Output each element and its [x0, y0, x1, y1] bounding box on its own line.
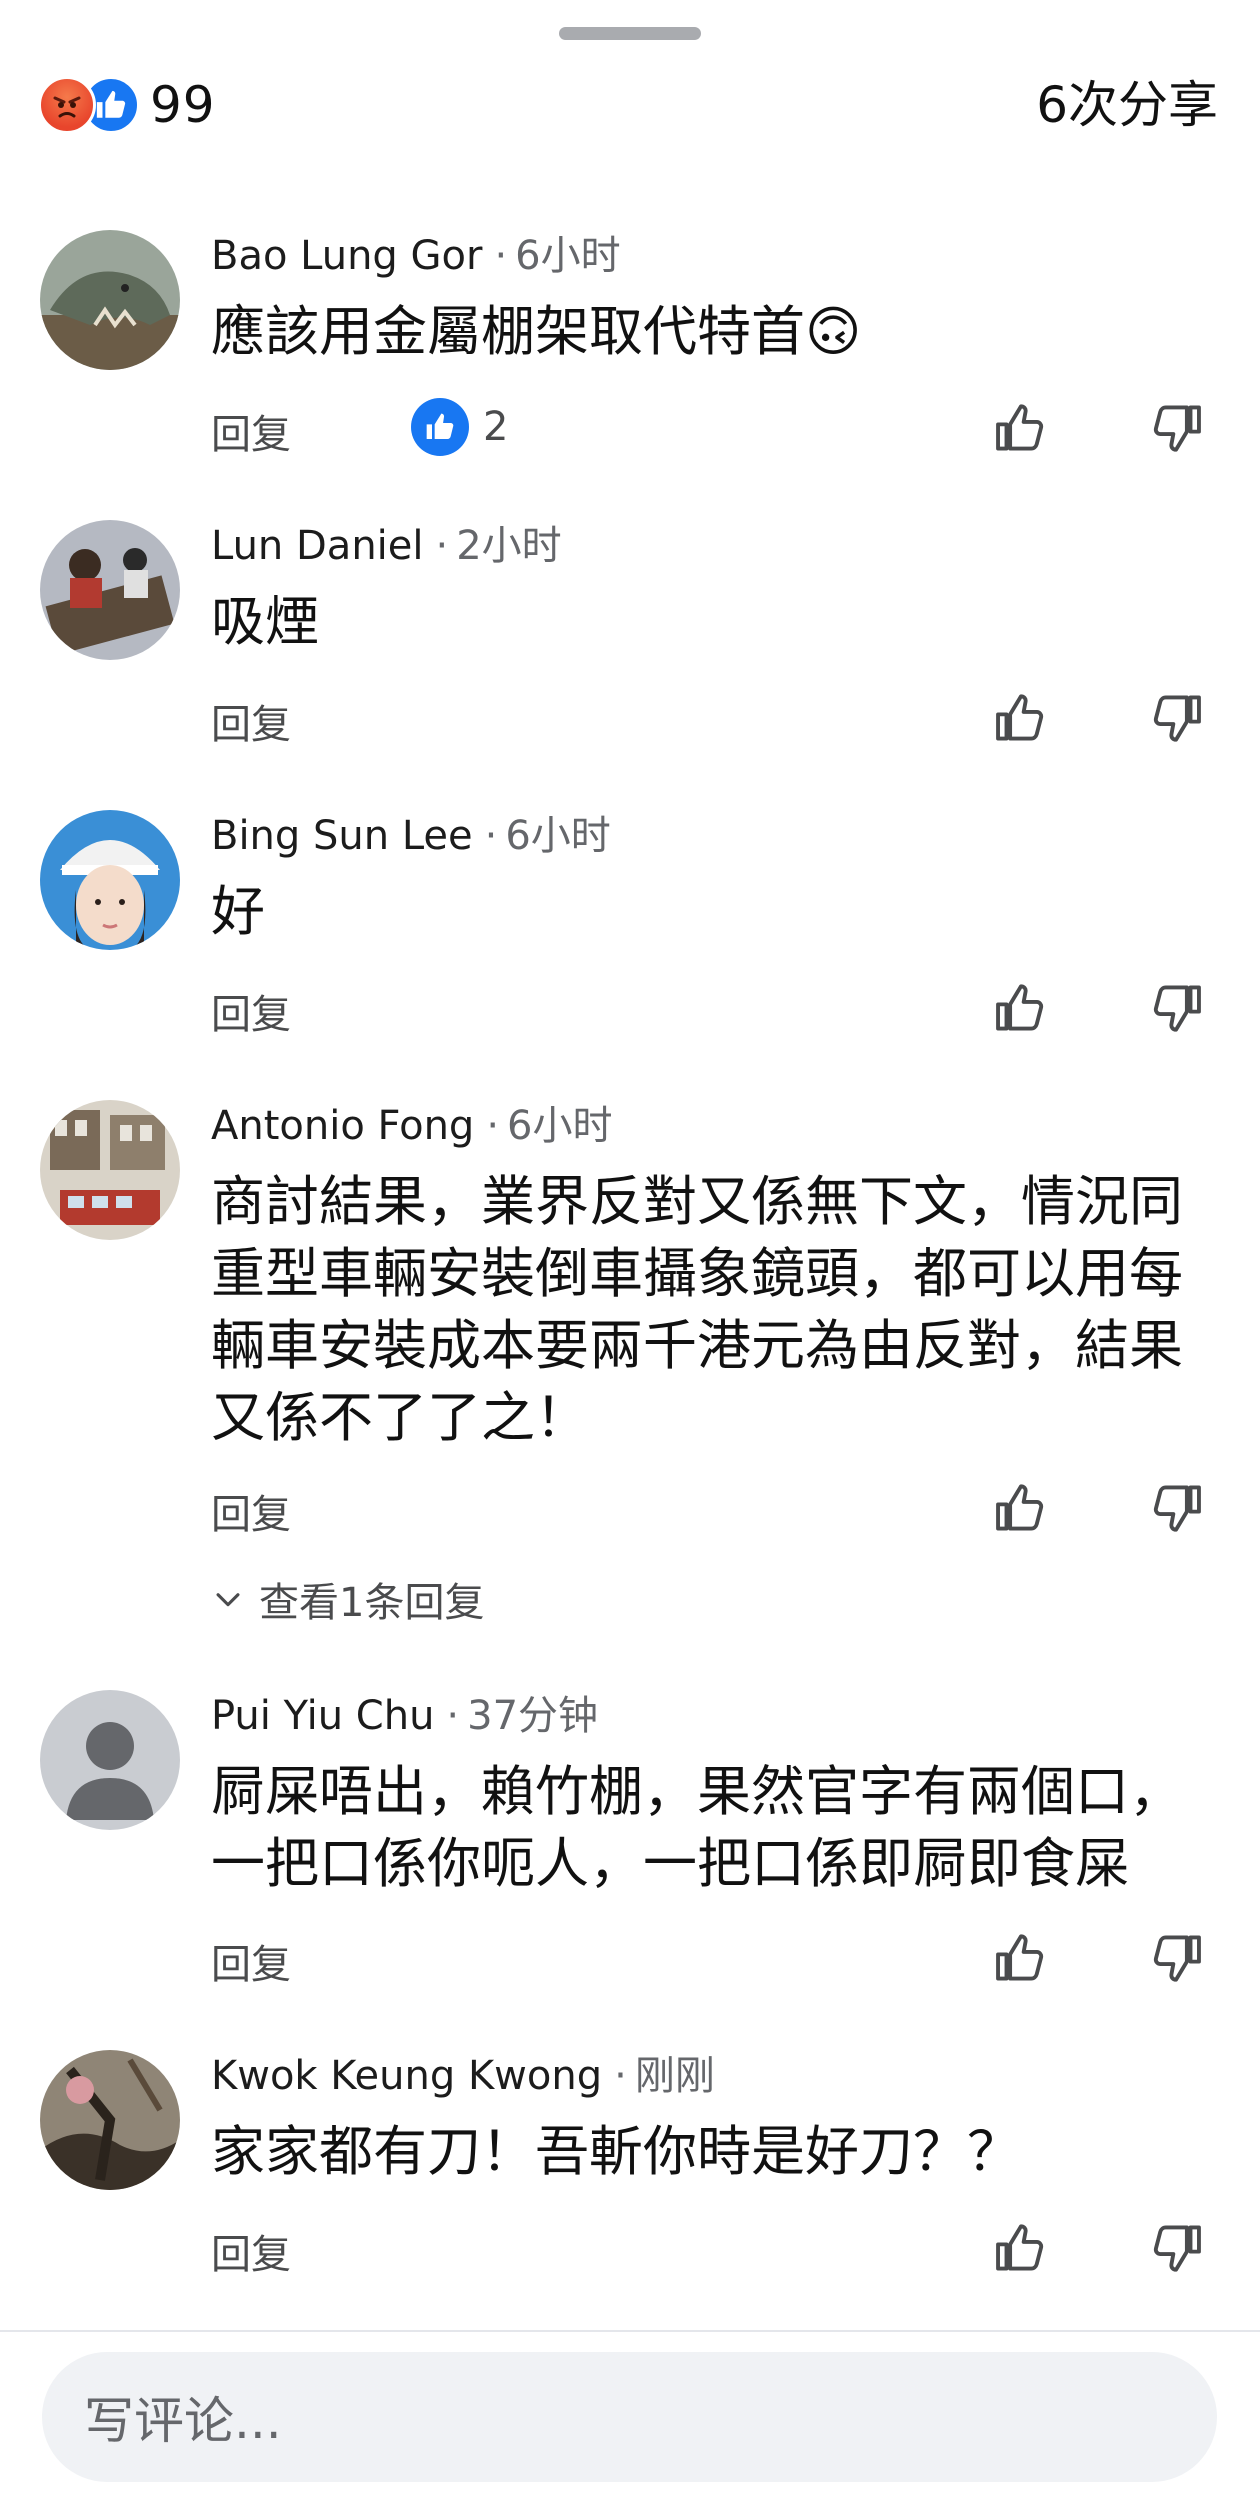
comment-time: 37分钟 [467, 1693, 599, 1739]
comment-author[interactable]: Bing Sun Lee [211, 813, 473, 859]
thumbs-down-icon[interactable] [1143, 395, 1209, 461]
comments-sheet: 99 6次分享 Bao Lung Gor · 6小时 應該用金屬棚架取代特首🙃 回复… [0, 0, 1260, 2510]
comment-text: 吸煙 [211, 590, 319, 653]
comment-time: 2小时 [456, 523, 562, 569]
angry-reaction-icon [38, 76, 96, 134]
share-count[interactable]: 6次分享 [1036, 70, 1218, 140]
reply-button[interactable]: 回复 [211, 1932, 291, 1990]
separator-dot: · [494, 233, 508, 279]
separator-dot: · [614, 2053, 627, 2099]
avatar[interactable] [40, 230, 180, 370]
comment-time: 6小时 [515, 233, 621, 279]
avatar[interactable] [40, 520, 180, 660]
reply-button[interactable]: 回复 [211, 402, 291, 460]
view-replies-link[interactable]: 查看1条回复 [211, 1570, 484, 1628]
comment-author[interactable]: Antonio Fong [211, 1103, 474, 1149]
thumbs-down-icon[interactable] [1143, 1475, 1209, 1541]
comment-input[interactable]: 写评论... [42, 2352, 1217, 2482]
like-count-value: 2 [483, 404, 509, 450]
comment-input-placeholder: 写评论... [84, 2392, 282, 2450]
thumbs-up-icon[interactable] [988, 1475, 1054, 1541]
avatar[interactable] [40, 1100, 180, 1240]
reaction-count: 99 [150, 76, 216, 134]
thumbs-up-icon[interactable] [988, 395, 1054, 461]
thumbs-down-icon[interactable] [1143, 975, 1209, 1041]
thumbs-up-icon[interactable] [988, 685, 1054, 751]
composer-divider [0, 2330, 1260, 2332]
separator-dot: · [486, 1103, 500, 1149]
comment-author[interactable]: Lun Daniel [211, 523, 424, 569]
reply-button[interactable]: 回复 [211, 1482, 291, 1540]
thumbs-down-icon[interactable] [1143, 2215, 1209, 2281]
comment-author[interactable]: Kwok Keung Kwong [211, 2053, 602, 2099]
comment-author[interactable]: Bao Lung Gor [211, 233, 482, 279]
like-badge-icon [411, 398, 469, 456]
comment-text: 商討結果，業界反對又係無下文，情況同重型車輛安裝倒車攝象鏡頭，都可以用每輛車安裝… [211, 1170, 1183, 1449]
avatar[interactable] [40, 2050, 180, 2190]
separator-dot: · [446, 1693, 460, 1739]
comment-time: 刚刚 [634, 2053, 715, 2099]
reactions-summary[interactable]: 99 [38, 70, 216, 140]
comment-like-count[interactable]: 2 [411, 398, 508, 456]
reply-button[interactable]: 回复 [211, 982, 291, 1040]
thumbs-up-icon[interactable] [988, 1925, 1054, 1991]
comment-text: 應該用金屬棚架取代特首🙃 [211, 300, 862, 363]
avatar[interactable] [40, 810, 180, 950]
comment-text: 家家都有刀！吾斬你時是好刀？？ [211, 2120, 1021, 2183]
thumbs-up-icon[interactable] [988, 2215, 1054, 2281]
reply-button[interactable]: 回复 [211, 692, 291, 750]
reply-button[interactable]: 回复 [211, 2222, 291, 2280]
thumbs-down-icon[interactable] [1143, 685, 1209, 751]
view-replies-label: 查看1条回复 [259, 1580, 485, 1626]
thumbs-up-icon[interactable] [988, 975, 1054, 1041]
drag-handle[interactable] [559, 27, 701, 40]
avatar[interactable] [40, 1690, 180, 1830]
separator-dot: · [484, 813, 498, 859]
comment-author[interactable]: Pui Yiu Chu [211, 1693, 434, 1739]
comment-time: 6小时 [505, 813, 611, 859]
separator-dot: · [435, 523, 449, 569]
comment-time: 6小时 [507, 1103, 613, 1149]
chevron-down-icon [216, 1593, 240, 1607]
comment-text: 好 [211, 880, 265, 943]
comment-text: 屙屎唔出，賴竹棚，果然官字有兩個口，一把口係你呃人，一把口係即屙即食屎 [211, 1760, 1183, 1895]
thumbs-down-icon[interactable] [1143, 1925, 1209, 1991]
